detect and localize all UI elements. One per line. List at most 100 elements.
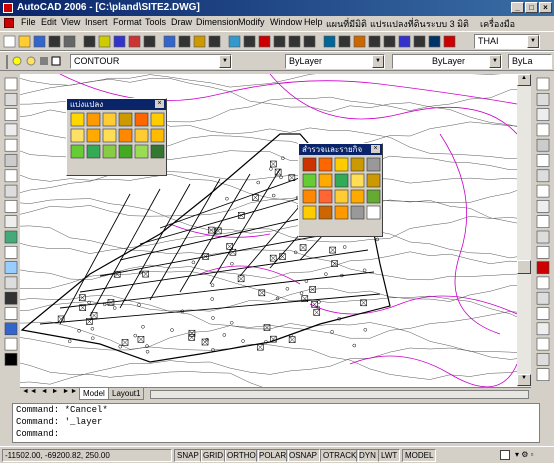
- palette-tool-icon[interactable]: [366, 173, 381, 188]
- toolbar-tool-icon[interactable]: [208, 35, 221, 48]
- palette-tool-icon[interactable]: [70, 128, 85, 143]
- modify-toolbar[interactable]: [534, 74, 552, 394]
- menu-3d-system[interactable]: ระบบ 3 มิติ: [426, 17, 469, 31]
- draw-tool-icon[interactable]: [4, 184, 18, 198]
- vertical-scrollbar[interactable]: ▲ ▼: [517, 74, 531, 387]
- toolbar-tool-icon[interactable]: [288, 35, 301, 48]
- draw-tool-icon[interactable]: [4, 353, 18, 366]
- draw-tool-icon[interactable]: [4, 200, 18, 213]
- lwt-button[interactable]: LWT: [378, 449, 401, 462]
- draw-tool-icon[interactable]: [536, 337, 550, 351]
- draw-tool-icon[interactable]: [536, 276, 550, 290]
- scroll-thumb[interactable]: [517, 260, 531, 274]
- chevron-down-icon[interactable]: ▼: [219, 55, 231, 68]
- survey-palette-icons[interactable]: [299, 155, 382, 235]
- menu-help[interactable]: Help: [304, 17, 323, 27]
- draw-tool-icon[interactable]: [536, 368, 550, 382]
- draw-tool-icon[interactable]: [4, 246, 18, 259]
- menu-insert[interactable]: Insert: [85, 17, 108, 27]
- palette-tool-icon[interactable]: [366, 205, 381, 220]
- draw-tool-icon[interactable]: [4, 215, 18, 228]
- draw-tool-icon[interactable]: [4, 337, 18, 351]
- chevron-down-icon[interactable]: ▼: [372, 55, 384, 68]
- toolbar-tool-icon[interactable]: [243, 35, 256, 48]
- osnap-button[interactable]: OSNAP: [286, 449, 321, 462]
- toolbar-tool-icon[interactable]: [143, 35, 156, 48]
- toolbar-tool-icon[interactable]: [98, 35, 111, 48]
- palette-tool-icon[interactable]: [150, 128, 165, 143]
- draw-tool-icon[interactable]: [536, 138, 550, 152]
- menu-view[interactable]: View: [61, 17, 80, 27]
- toolbar-tool-icon[interactable]: [48, 35, 61, 48]
- polar-button[interactable]: POLAR: [256, 449, 290, 462]
- palette-tool-icon[interactable]: [350, 173, 365, 188]
- draw-tool-icon[interactable]: [536, 353, 550, 366]
- palette-tool-icon[interactable]: [350, 189, 365, 204]
- draw-tool-icon[interactable]: [536, 322, 550, 336]
- palette-tool-icon[interactable]: [366, 157, 381, 172]
- draw-tool-icon[interactable]: [4, 230, 18, 244]
- palette-tool-icon[interactable]: [302, 205, 317, 220]
- draw-tool-icon[interactable]: [4, 169, 18, 183]
- draw-tool-icon[interactable]: [4, 261, 18, 274]
- toolbar-tool-icon[interactable]: [398, 35, 411, 48]
- palette-tool-icon[interactable]: [118, 112, 133, 127]
- palette-tool-icon[interactable]: [334, 157, 349, 172]
- scroll-down-button[interactable]: ▼: [517, 374, 531, 386]
- palette-tool-icon[interactable]: [350, 157, 365, 172]
- modify-toolbar-icons[interactable]: [534, 74, 552, 394]
- draw-tool-icon[interactable]: [536, 261, 550, 274]
- palette-tool-icon[interactable]: [318, 189, 333, 204]
- draw-tool-icon[interactable]: [536, 230, 550, 244]
- document-icon[interactable]: [4, 18, 14, 28]
- draw-toolbar-icons[interactable]: [2, 74, 20, 374]
- chevron-down-icon[interactable]: ▼: [489, 55, 501, 68]
- toolbar-tool-icon[interactable]: [413, 35, 426, 48]
- toolbar-tool-icon[interactable]: [338, 35, 351, 48]
- palette-tool-icon[interactable]: [366, 189, 381, 204]
- subdivision-palette-header[interactable]: แบ่งแปลง ×: [67, 99, 166, 110]
- palette-tool-icon[interactable]: [150, 112, 165, 127]
- toolbar-tool-icon[interactable]: [83, 35, 96, 48]
- grid-button[interactable]: GRID: [200, 449, 226, 462]
- ortho-button[interactable]: ORTHO: [224, 449, 259, 462]
- command-window[interactable]: Command: *Cancel* Command: '_layer Comma…: [12, 403, 540, 443]
- menu-land-subdivision[interactable]: แปรแปลงที่ดิน: [370, 17, 426, 31]
- toolbar-tool-icon[interactable]: [353, 35, 366, 48]
- tab-nav-arrows[interactable]: ◄◄ ◄ ► ►►: [22, 388, 78, 395]
- palette-tool-icon[interactable]: [118, 144, 133, 159]
- horizontal-scrollbar[interactable]: [150, 390, 529, 399]
- minimize-button[interactable]: _: [511, 2, 524, 13]
- toolbar-tool-icon[interactable]: [383, 35, 396, 48]
- tab-model[interactable]: Model: [79, 388, 109, 400]
- toolbar-tool-icon[interactable]: [443, 35, 456, 48]
- toolbar-tool-icon[interactable]: [368, 35, 381, 48]
- draw-tool-icon[interactable]: [536, 169, 550, 183]
- palette-tool-icon[interactable]: [318, 205, 333, 220]
- palette-tool-icon[interactable]: [334, 189, 349, 204]
- command-prompt[interactable]: Command:: [13, 428, 539, 440]
- palette-tool-icon[interactable]: [302, 157, 317, 172]
- close-icon[interactable]: ×: [371, 145, 380, 153]
- draw-tool-icon[interactable]: [536, 215, 550, 228]
- toolbar-tool-icon[interactable]: [3, 35, 16, 48]
- tab-layout1[interactable]: Layout1: [108, 388, 145, 400]
- draw-tool-icon[interactable]: [4, 138, 18, 152]
- menu-window[interactable]: Window: [270, 17, 302, 27]
- menu-map[interactable]: แผนที่มีมิติ: [326, 17, 367, 31]
- toolbar-tool-icon[interactable]: [258, 35, 271, 48]
- draw-tool-icon[interactable]: [536, 92, 550, 106]
- subdivision-palette-icons[interactable]: [67, 110, 166, 174]
- toolbar-tool-icon[interactable]: [33, 35, 46, 48]
- palette-tool-icon[interactable]: [86, 112, 101, 127]
- toolbar-tool-icon[interactable]: [113, 35, 126, 48]
- draw-tool-icon[interactable]: [536, 108, 550, 121]
- palette-tool-icon[interactable]: [334, 205, 349, 220]
- draw-tool-icon[interactable]: [4, 291, 18, 305]
- palette-tool-icon[interactable]: [302, 189, 317, 204]
- menu-tools-thai[interactable]: เครื่องมือ: [480, 17, 515, 31]
- menu-format[interactable]: Format: [113, 17, 142, 27]
- palette-tool-icon[interactable]: [70, 112, 85, 127]
- draw-tool-icon[interactable]: [536, 184, 550, 198]
- palette-tool-icon[interactable]: [102, 144, 117, 159]
